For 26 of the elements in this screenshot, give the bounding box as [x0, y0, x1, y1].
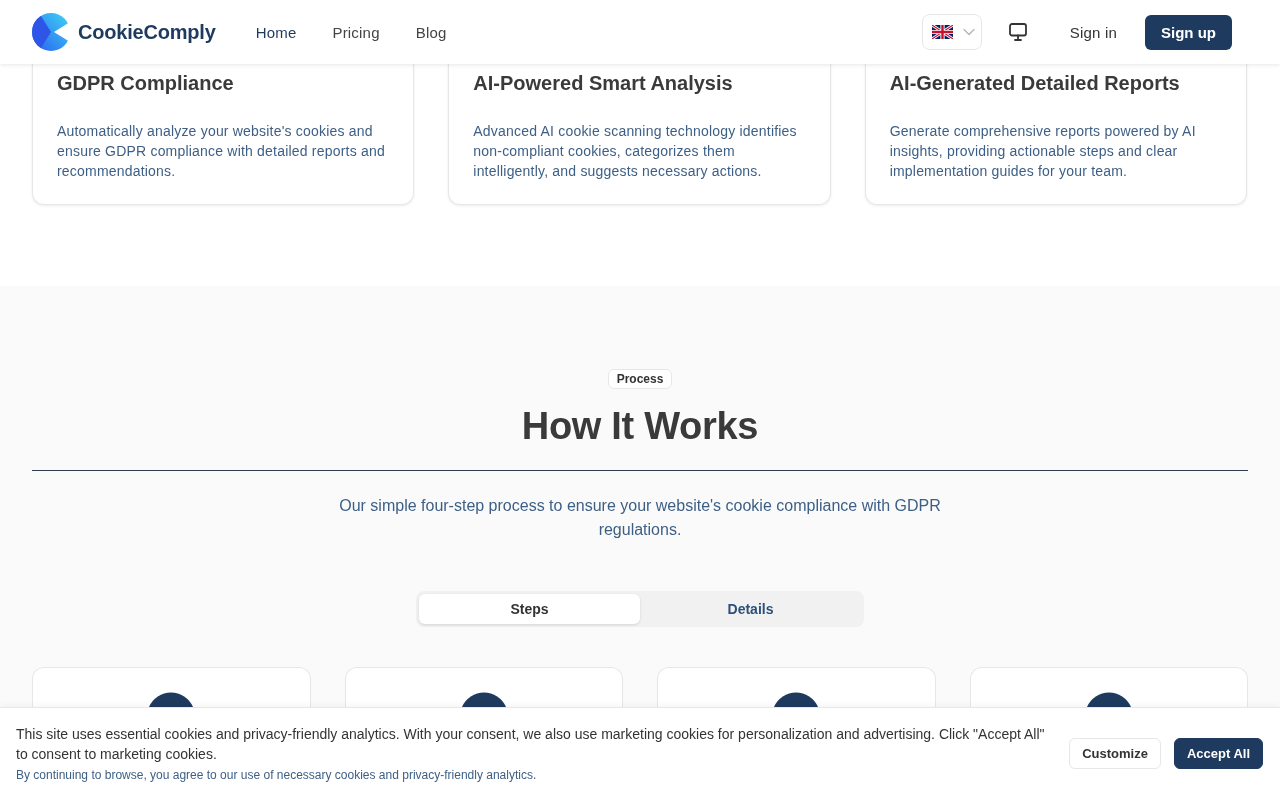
sign-in-button[interactable]: Sign in	[1069, 23, 1117, 41]
monitor-icon[interactable]	[1008, 23, 1027, 41]
language-select[interactable]	[921, 14, 982, 50]
flag-icon	[931, 25, 953, 39]
feature-title: AI-Generated Detailed Reports	[889, 71, 1181, 96]
tab[interactable]: Details	[640, 594, 861, 624]
feature-title: AI-Powered Smart Analysis	[473, 71, 734, 96]
cookie-message: This site uses essential cookies and privacy-friendly analytics. With your consent, we also use marketing cookies for personalization and advertising. Click "Accept All" to consent to marketing cookies.	[16, 725, 1046, 764]
section-subtitle: Our simple four-step process to ensure your website's cookie compliance with GDPR regulations.	[338, 496, 942, 540]
tab[interactable]: Steps	[419, 594, 640, 624]
sign-up-button[interactable]: Sign up	[1145, 14, 1232, 50]
nav-link[interactable]: Blog	[415, 23, 447, 41]
customize-button[interactable]: Customize	[1069, 738, 1161, 769]
section-badge: Process	[607, 369, 673, 389]
cookie-note: By continuing to browse, you agree to our use of necessary cookies and privacy-friendly analytics.	[16, 767, 538, 783]
feature-title: GDPR Compliance	[57, 71, 235, 96]
logo-icon	[32, 13, 70, 51]
feature-description: Advanced AI cookie scanning technology identifies non-compliant cookies, categorizes them intelligently, and suggests necessary actions.	[473, 122, 798, 181]
accept-all-button[interactable]: Accept All	[1173, 738, 1263, 769]
section-title: How It Works	[521, 404, 759, 448]
feature-description: Generate comprehensive reports powered by AI insights, providing actionable steps and clear implementation guides for your team.	[889, 122, 1197, 181]
nav-link[interactable]: Pricing	[332, 23, 380, 41]
feature-description: Automatically analyze your website's cookies and ensure GDPR compliance with detailed reports and recommendations.	[57, 122, 386, 181]
brand-name[interactable]: CookieComply	[78, 20, 216, 44]
chevron-down-icon	[962, 28, 975, 36]
nav-link[interactable]: Home	[255, 23, 297, 41]
